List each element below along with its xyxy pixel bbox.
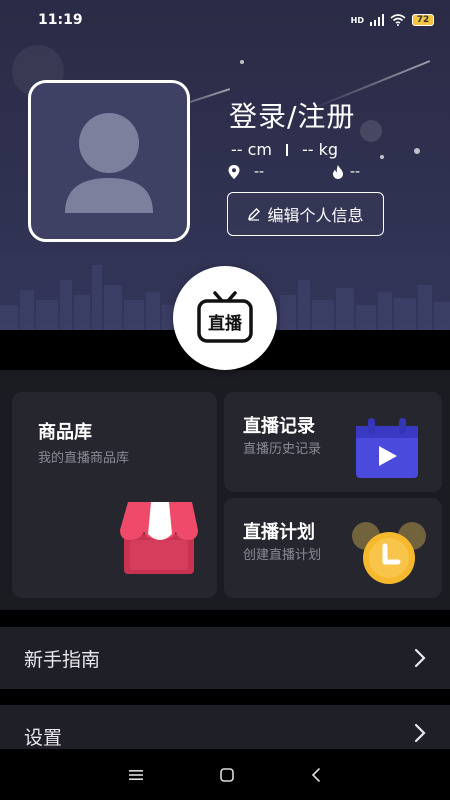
chevron-right-icon xyxy=(414,648,426,668)
weight-value: -- kg xyxy=(302,140,339,159)
body-metrics: -- cm -- kg xyxy=(231,140,338,159)
decor-orb xyxy=(360,120,382,142)
menu-item-label: 新手指南 xyxy=(24,648,101,671)
live-records-title: 直播记录 xyxy=(243,416,315,437)
height-value: -- cm xyxy=(231,140,273,159)
location-row: -- -- xyxy=(228,164,360,180)
edit-profile-button[interactable]: 编辑个人信息 xyxy=(227,192,384,236)
product-library-title: 商品库 xyxy=(38,422,92,443)
product-library-subtitle: 我的直播商品库 xyxy=(38,451,130,466)
live-plan-title: 直播计划 xyxy=(243,522,315,543)
signal-icon xyxy=(370,14,384,26)
live-plan-card[interactable]: 直播计划 创建直播计划 xyxy=(224,498,442,598)
network-label: HD xyxy=(350,15,364,25)
wifi-icon xyxy=(390,14,406,26)
live-plan-subtitle: 创建直播计划 xyxy=(243,548,322,563)
tv-icon: 直播 xyxy=(197,291,253,343)
system-nav-bar xyxy=(0,749,450,800)
heat-value: -- xyxy=(350,164,361,180)
alarm-clock-icon xyxy=(352,522,426,584)
menu-item-settings[interactable]: 设置 xyxy=(0,705,450,749)
live-records-card[interactable]: 直播记录 直播历史记录 xyxy=(224,392,442,492)
pencil-icon xyxy=(248,208,261,221)
live-button[interactable]: 直播 xyxy=(173,266,277,370)
metric-divider xyxy=(286,143,289,156)
edit-profile-label: 编辑个人信息 xyxy=(267,206,364,225)
battery-icon: 72 xyxy=(412,14,434,26)
feature-panel: 商品库 我的直播商品库 直播记录 直播历史记录 直播计划 创建直播计划 xyxy=(0,370,450,610)
product-library-card[interactable]: 商品库 我的直播商品库 xyxy=(12,392,217,598)
avatar[interactable] xyxy=(28,80,190,242)
location-pin-icon xyxy=(228,165,240,179)
calendar-play-icon xyxy=(356,418,418,478)
menu-icon[interactable] xyxy=(128,768,144,782)
star xyxy=(380,155,384,159)
status-time: 11:19 xyxy=(38,12,83,28)
menu-item-beginner-guide[interactable]: 新手指南 xyxy=(0,627,450,689)
user-silhouette-icon xyxy=(65,113,153,213)
star xyxy=(414,148,420,154)
live-records-subtitle: 直播历史记录 xyxy=(243,442,322,457)
star xyxy=(240,60,244,64)
shop-icon xyxy=(120,502,198,574)
chevron-right-icon xyxy=(414,723,426,743)
status-bar: 11:19 HD 72 xyxy=(0,0,450,40)
login-register-title[interactable]: 登录/注册 xyxy=(229,95,355,135)
home-icon[interactable] xyxy=(219,767,235,783)
flame-icon xyxy=(333,165,343,179)
location-value: -- xyxy=(254,164,265,180)
menu-item-label: 设置 xyxy=(24,727,63,749)
back-icon[interactable] xyxy=(310,767,322,783)
live-badge-label: 直播 xyxy=(208,313,243,334)
